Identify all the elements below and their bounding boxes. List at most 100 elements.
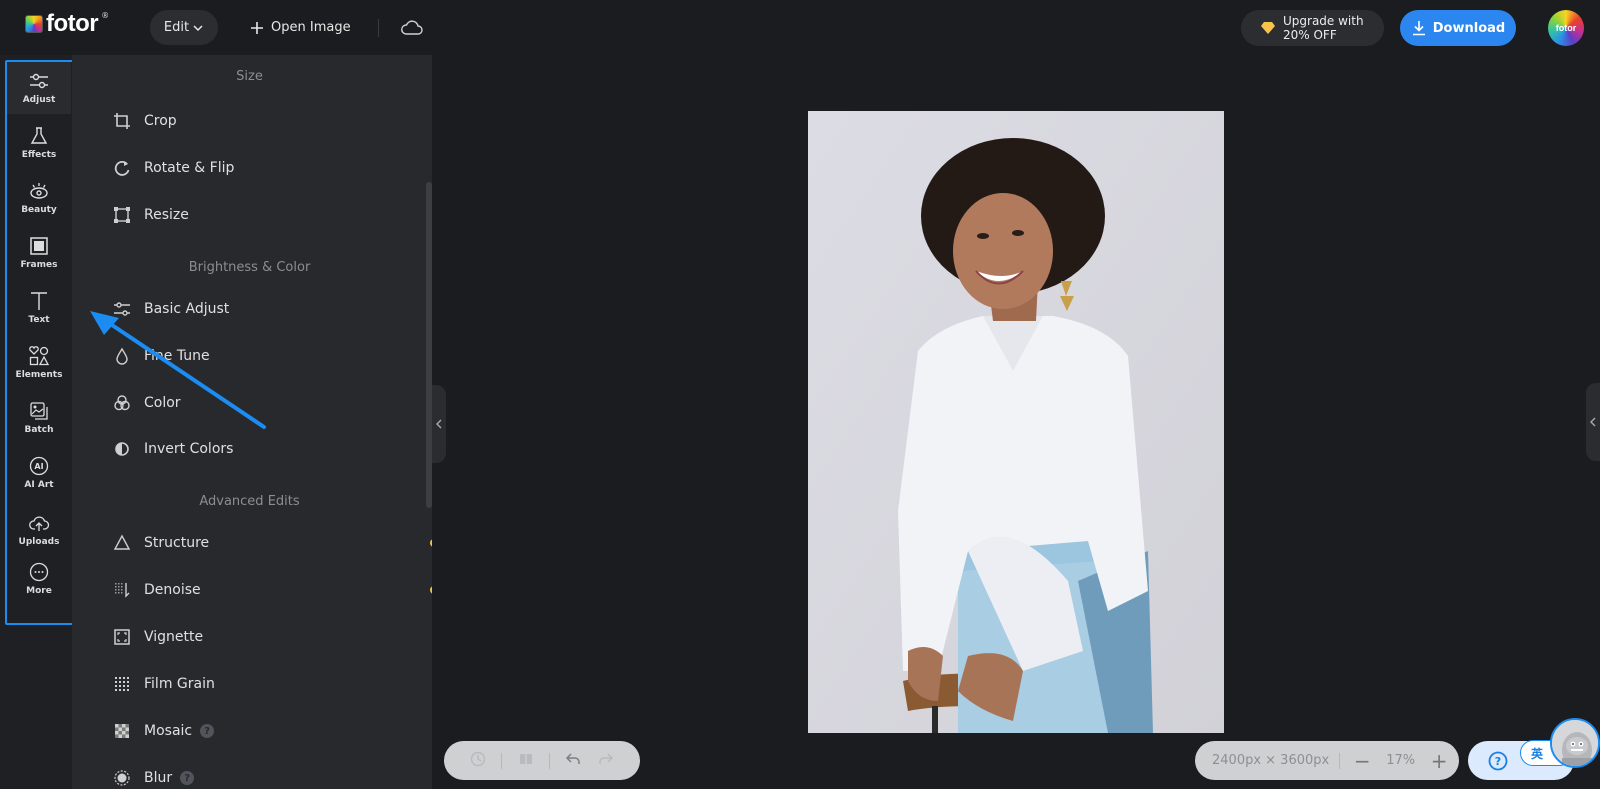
plus-icon (251, 21, 263, 34)
help-icon[interactable]: ? (180, 771, 195, 785)
tool-blur[interactable]: Blur ? (112, 760, 432, 789)
section-title-brightness: Brightness & Color (188, 260, 311, 275)
compare-icon (519, 752, 532, 765)
tool-label: Film Grain (144, 676, 215, 692)
mosaic-icon (115, 724, 129, 738)
nav-label: Beauty (21, 204, 57, 215)
premium-dot (430, 586, 432, 594)
tool-label: Blur (144, 770, 173, 786)
resize-icon (114, 207, 130, 223)
nav-more[interactable]: More (7, 551, 71, 605)
divider (549, 752, 551, 769)
section-title-advanced: Advanced Edits (199, 494, 300, 509)
tool-label: Structure (144, 535, 210, 551)
tool-mosaic[interactable]: Mosaic ? (112, 713, 432, 749)
divider (1339, 752, 1341, 769)
edit-menu-button[interactable]: Edit (150, 10, 218, 45)
diamond-icon (1261, 22, 1275, 34)
canvas-photo[interactable] (808, 111, 1224, 733)
toolbar-divider (378, 19, 379, 37)
tool-label: Color (144, 395, 181, 411)
frame-icon (30, 236, 48, 255)
blur-icon (114, 770, 130, 786)
undo-button[interactable] (564, 750, 582, 772)
zoom-out-button[interactable]: − (1350, 749, 1374, 773)
tool-film-grain[interactable]: Film Grain (112, 666, 432, 702)
grain-icon (115, 677, 129, 691)
tool-structure[interactable]: Structure (112, 525, 432, 561)
nav-beauty[interactable]: Beauty (7, 170, 71, 224)
upgrade-line1: Upgrade with (1283, 14, 1364, 28)
svg-text:AI: AI (34, 462, 43, 471)
support-bot-avatar[interactable] (1550, 718, 1600, 768)
nav-label: Uploads (18, 536, 60, 547)
premium-dot (430, 539, 432, 547)
tool-label: Rotate & Flip (144, 160, 235, 176)
tool-label: Invert Colors (144, 441, 234, 457)
triangle-icon (113, 534, 131, 550)
download-button[interactable]: Download (1400, 10, 1516, 46)
left-tool-nav: Adjust Effects Beauty Frames Text Elemen… (0, 55, 72, 789)
open-image-button[interactable]: Open Image (250, 10, 351, 45)
tool-vignette[interactable]: Vignette (112, 619, 432, 655)
tool-label: Denoise (144, 582, 201, 598)
tool-label: Vignette (144, 629, 204, 645)
history-clock-icon (470, 751, 486, 766)
tool-denoise[interactable]: Denoise (112, 572, 432, 608)
download-label: Download (1432, 20, 1506, 36)
nav-effects[interactable]: Effects (7, 115, 71, 169)
nav-frames[interactable]: Frames (7, 225, 71, 279)
nav-label: Elements (15, 369, 63, 380)
expand-right-panel-button[interactable] (1586, 383, 1600, 461)
nav-label: AI Art (24, 479, 54, 490)
edit-label: Edit (163, 20, 190, 35)
tool-fine-tune[interactable]: Fine Tune (112, 338, 432, 374)
redo-button[interactable] (597, 750, 615, 772)
svg-text:?: ? (1495, 755, 1501, 768)
upgrade-button[interactable]: Upgrade with 20% OFF (1241, 10, 1384, 46)
tool-color[interactable]: Color (112, 385, 432, 421)
nav-elements[interactable]: Elements (7, 335, 71, 389)
sliders-icon (114, 302, 130, 316)
tool-crop[interactable]: Crop (112, 103, 432, 139)
crop-icon (114, 113, 130, 129)
user-avatar[interactable]: fotor (1548, 10, 1584, 46)
tool-resize[interactable]: Resize (112, 197, 432, 233)
nav-label: Adjust (22, 94, 56, 105)
history-button[interactable] (469, 750, 487, 772)
divider (501, 752, 503, 769)
logo-registered-mark: ® (101, 11, 110, 20)
shapes-icon (29, 345, 50, 365)
undo-icon (566, 752, 581, 764)
zoom-in-button[interactable]: + (1427, 749, 1451, 773)
zoom-toolbar: 2400px × 3600px − 17% + (1195, 741, 1459, 780)
sliders-icon (30, 73, 48, 88)
more-icon (29, 562, 49, 581)
tool-invert-colors: Invert Colors (112, 431, 432, 467)
nav-uploads[interactable]: Uploads (7, 502, 71, 556)
tool-label: Fine Tune (144, 348, 210, 364)
image-dimensions: 2400px × 3600px (1212, 753, 1330, 768)
nav-ai-art[interactable]: AI AI Art (7, 445, 71, 499)
tool-basic-adjust[interactable]: Basic Adjust (112, 291, 432, 327)
nav-adjust[interactable]: Adjust (7, 60, 71, 114)
fotor-logo[interactable]: fotor ® (25, 11, 110, 36)
logo-mark-icon (25, 15, 43, 33)
question-circle-icon: ? (1488, 751, 1508, 770)
nav-batch[interactable]: Batch (7, 390, 71, 444)
compare-button[interactable] (517, 750, 535, 772)
chevron-left-icon (436, 419, 442, 429)
help-icon[interactable]: ? (200, 724, 215, 738)
collapse-panel-button[interactable] (432, 385, 446, 463)
nav-text[interactable]: Text (7, 280, 71, 334)
nav-label: Effects (21, 149, 57, 160)
tool-rotate-flip[interactable]: Rotate & Flip (112, 150, 432, 186)
nav-label: Text (28, 314, 50, 325)
bot-face-icon (1552, 720, 1598, 766)
open-image-label: Open Image (271, 20, 351, 35)
color-circles-icon (114, 395, 130, 411)
zoom-level: 17% (1386, 753, 1416, 768)
cloud-button[interactable] (400, 16, 424, 40)
tool-label: Basic Adjust (144, 301, 230, 317)
nav-label: Frames (20, 259, 58, 270)
